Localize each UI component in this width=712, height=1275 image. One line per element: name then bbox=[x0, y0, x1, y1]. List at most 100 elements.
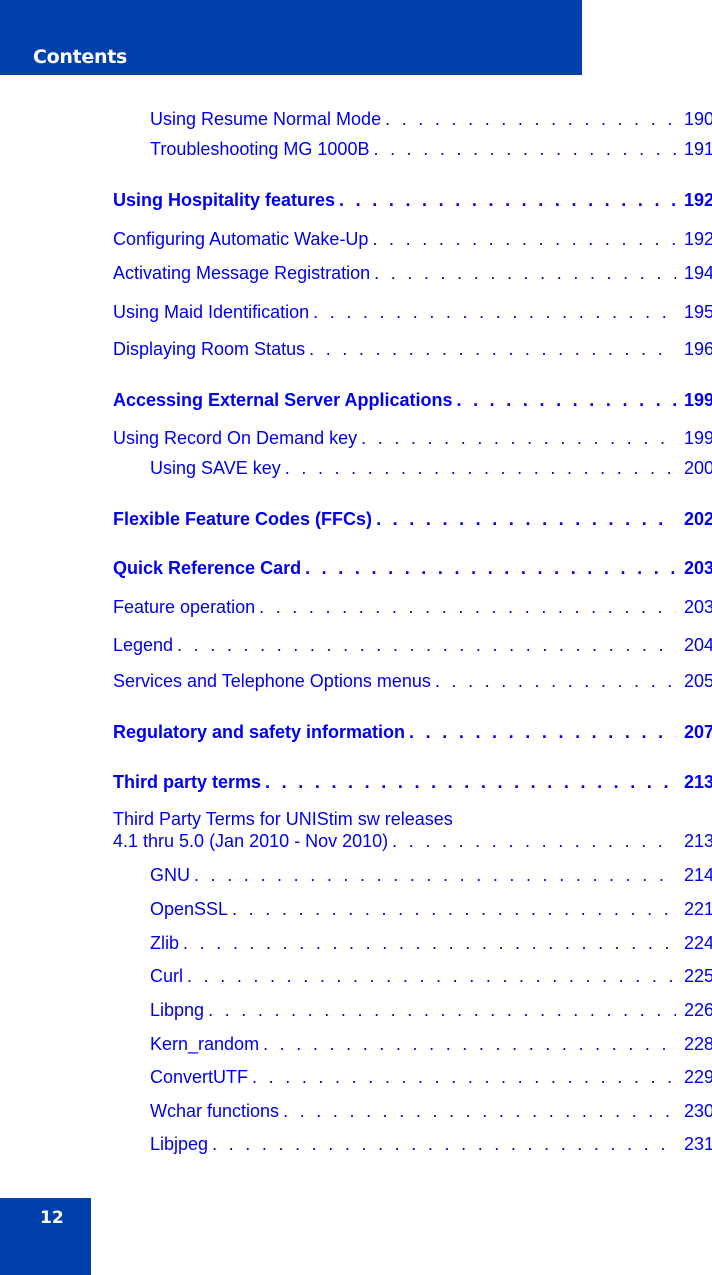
toc-entry[interactable]: GNU . . . . . . . . . . . . . . . . . . … bbox=[0, 864, 712, 886]
toc-entry-page[interactable]: 224 bbox=[676, 932, 712, 954]
toc-entry-title[interactable]: Activating Message Registration bbox=[113, 262, 375, 284]
toc-entry-page[interactable]: 190 bbox=[676, 108, 712, 130]
toc-entry-title[interactable]: GNU bbox=[150, 864, 194, 886]
dot-leader: . . . . . . . . . . . . . . . . . . . . … bbox=[434, 671, 676, 691]
toc-entry-page[interactable]: 196 bbox=[676, 338, 712, 360]
toc-entry-page[interactable]: 229 bbox=[676, 1066, 712, 1088]
toc-entry-title[interactable]: Troubleshooting MG 1000B bbox=[150, 138, 374, 160]
toc-entry-page[interactable]: 207 bbox=[676, 721, 712, 743]
toc-entry[interactable]: Using Maid Identification . . . . . . . … bbox=[0, 301, 712, 323]
toc-entry[interactable]: Regulatory and safety information . . . … bbox=[0, 721, 712, 743]
toc-entry-page[interactable]: 195 bbox=[676, 301, 712, 323]
toc-entry-page[interactable]: 205 bbox=[676, 670, 712, 692]
toc-entry[interactable]: Feature operation . . . . . . . . . . . … bbox=[0, 596, 712, 618]
toc-entry-title[interactable]: Legend bbox=[113, 634, 178, 656]
toc-entry-page[interactable]: 199 bbox=[676, 427, 712, 449]
dot-leader: . . . . . . . . . . . . . . . . . . . . … bbox=[309, 339, 676, 359]
toc-entry[interactable]: Accessing External Server Applications .… bbox=[0, 389, 712, 411]
toc-entry[interactable]: Wchar functions . . . . . . . . . . . . … bbox=[0, 1100, 712, 1122]
page-number-box: 12 bbox=[0, 1198, 91, 1275]
toc-entry-page[interactable]: 225 bbox=[676, 965, 712, 987]
dot-leader: . . . . . . . . . . . . . . . . . . . . … bbox=[305, 558, 676, 578]
toc-entry-title[interactable]: Flexible Feature Codes (FFCs) bbox=[113, 508, 377, 530]
toc-entry[interactable]: Zlib . . . . . . . . . . . . . . . . . .… bbox=[0, 932, 712, 954]
toc-entry[interactable]: Using Resume Normal Mode . . . . . . . .… bbox=[0, 108, 712, 130]
dot-leader: . . . . . . . . . . . . . . . . . . . . … bbox=[259, 597, 676, 617]
toc-entry-page[interactable]: 202 bbox=[676, 508, 712, 530]
dot-leader: . . . . . . . . . . . . . . . . . . . . … bbox=[263, 1034, 676, 1054]
toc-entry-title[interactable]: Kern_random bbox=[150, 1033, 264, 1055]
toc-entry[interactable]: Kern_random . . . . . . . . . . . . . . … bbox=[0, 1033, 712, 1055]
toc-entry-title[interactable]: Accessing External Server Applications bbox=[113, 389, 457, 411]
dot-leader: . . . . . . . . . . . . . . . . . . . . … bbox=[183, 933, 676, 953]
toc-entry-title[interactable]: Wchar functions bbox=[150, 1100, 284, 1122]
toc-entry-page[interactable]: 221 bbox=[676, 898, 712, 920]
toc-entry[interactable]: Third Party Terms for UNIStim sw release… bbox=[0, 808, 712, 852]
dot-leader: . . . . . . . . . . . . . . . . . . . . … bbox=[372, 229, 676, 249]
toc-entry-page[interactable]: 192 bbox=[676, 228, 712, 250]
toc-entry-title[interactable]: Quick Reference Card bbox=[113, 557, 306, 579]
dot-leader: . . . . . . . . . . . . . . . . . . . . … bbox=[212, 1134, 676, 1154]
toc-entry[interactable]: Using Record On Demand key . . . . . . .… bbox=[0, 427, 712, 449]
toc-entry[interactable]: Troubleshooting MG 1000B . . . . . . . .… bbox=[0, 138, 712, 160]
toc-entry-title[interactable]: Using Maid Identification bbox=[113, 301, 314, 323]
toc-entry-title[interactable]: Using Resume Normal Mode bbox=[150, 108, 386, 130]
toc-entry-page[interactable]: 203 bbox=[676, 557, 712, 579]
dot-leader: . . . . . . . . . . . . . . . . . . . . … bbox=[232, 899, 676, 919]
header-banner: Contents bbox=[0, 0, 582, 75]
section-title: Contents bbox=[33, 46, 128, 68]
toc-entry[interactable]: Using SAVE key . . . . . . . . . . . . .… bbox=[0, 457, 712, 479]
toc-entry-title[interactable]: Third party terms bbox=[113, 771, 266, 793]
dot-leader: . . . . . . . . . . . . . . . . . . . . … bbox=[284, 458, 676, 478]
toc-entry[interactable]: Libpng . . . . . . . . . . . . . . . . .… bbox=[0, 999, 712, 1021]
toc-entry-title[interactable]: Curl bbox=[150, 965, 188, 987]
toc-entry-page[interactable]: 214 bbox=[676, 864, 712, 886]
toc-entry[interactable]: Third party terms . . . . . . . . . . . … bbox=[0, 771, 712, 793]
toc-entry[interactable]: Displaying Room Status . . . . . . . . .… bbox=[0, 338, 712, 360]
toc-entry[interactable]: Flexible Feature Codes (FFCs) . . . . . … bbox=[0, 508, 712, 530]
toc-entry-page[interactable]: 231 bbox=[676, 1133, 712, 1155]
toc-entry[interactable]: Quick Reference Card . . . . . . . . . .… bbox=[0, 557, 712, 579]
toc-entry-page[interactable]: 192 bbox=[676, 189, 712, 211]
toc-entry[interactable]: Services and Telephone Options menus . .… bbox=[0, 670, 712, 692]
toc-entry-title[interactable]: Regulatory and safety information bbox=[113, 721, 410, 743]
toc-entry-title[interactable]: Using Hospitality features bbox=[113, 189, 340, 211]
toc-entry-page[interactable]: 213 bbox=[676, 771, 712, 793]
toc-entry-title[interactable]: Libpng bbox=[150, 999, 209, 1021]
toc-entry-title[interactable]: Feature operation bbox=[113, 596, 260, 618]
dot-leader: . . . . . . . . . . . . . . . . . . . . … bbox=[177, 635, 676, 655]
toc-entry-page[interactable]: 203 bbox=[676, 596, 712, 618]
toc-entry-title[interactable]: Configuring Automatic Wake-Up bbox=[113, 228, 373, 250]
toc-entry-page[interactable]: 200 bbox=[676, 457, 712, 479]
toc-entry-title[interactable]: Using Record On Demand key bbox=[113, 427, 362, 449]
toc-entry[interactable]: OpenSSL . . . . . . . . . . . . . . . . … bbox=[0, 898, 712, 920]
toc-entry-title[interactable]: Libjpeg bbox=[150, 1133, 213, 1155]
toc-entry-page[interactable]: 191 bbox=[676, 138, 712, 160]
toc-entry-title[interactable]: Using SAVE key bbox=[150, 457, 285, 479]
toc-entry-title[interactable]: OpenSSL bbox=[150, 898, 233, 920]
page-number: 12 bbox=[40, 1208, 64, 1228]
dot-leader: . . . . . . . . . . . . . . . . . . . . … bbox=[265, 772, 676, 792]
dot-leader: . . . . . . . . . . . . . . . . . . . . … bbox=[456, 390, 676, 410]
toc-entry[interactable]: Legend . . . . . . . . . . . . . . . . .… bbox=[0, 634, 712, 656]
toc-entry-page[interactable]: 226 bbox=[676, 999, 712, 1021]
toc-entry-page[interactable]: 194 bbox=[676, 262, 712, 284]
toc-entry[interactable]: Libjpeg . . . . . . . . . . . . . . . . … bbox=[0, 1133, 712, 1155]
toc-entry-title[interactable]: Zlib bbox=[150, 932, 184, 954]
toc-entry[interactable]: Configuring Automatic Wake-Up . . . . . … bbox=[0, 228, 712, 250]
toc-entry-page[interactable]: 230 bbox=[676, 1100, 712, 1122]
dot-leader: . . . . . . . . . . . . . . . . . . . . … bbox=[194, 865, 676, 885]
toc-entry-page[interactable]: 228 bbox=[676, 1033, 712, 1055]
dot-leader: . . . . . . . . . . . . . . . . . . . . … bbox=[361, 428, 676, 448]
toc-entry-title[interactable]: Displaying Room Status bbox=[113, 338, 310, 360]
toc-entry[interactable]: Curl . . . . . . . . . . . . . . . . . .… bbox=[0, 965, 712, 987]
toc-entry-page[interactable]: 199 bbox=[676, 389, 712, 411]
toc-entry-page[interactable]: 213 bbox=[676, 830, 712, 852]
toc-entry-title[interactable]: 4.1 thru 5.0 (Jan 2010 - Nov 2010) bbox=[113, 830, 393, 852]
toc-entry-page[interactable]: 204 bbox=[676, 634, 712, 656]
toc-entry[interactable]: ConvertUTF . . . . . . . . . . . . . . .… bbox=[0, 1066, 712, 1088]
toc-entry[interactable]: Using Hospitality features . . . . . . .… bbox=[0, 189, 712, 211]
toc-entry-title[interactable]: ConvertUTF bbox=[150, 1066, 253, 1088]
toc-entry-title[interactable]: Services and Telephone Options menus bbox=[113, 670, 435, 692]
toc-entry[interactable]: Activating Message Registration . . . . … bbox=[0, 262, 712, 284]
